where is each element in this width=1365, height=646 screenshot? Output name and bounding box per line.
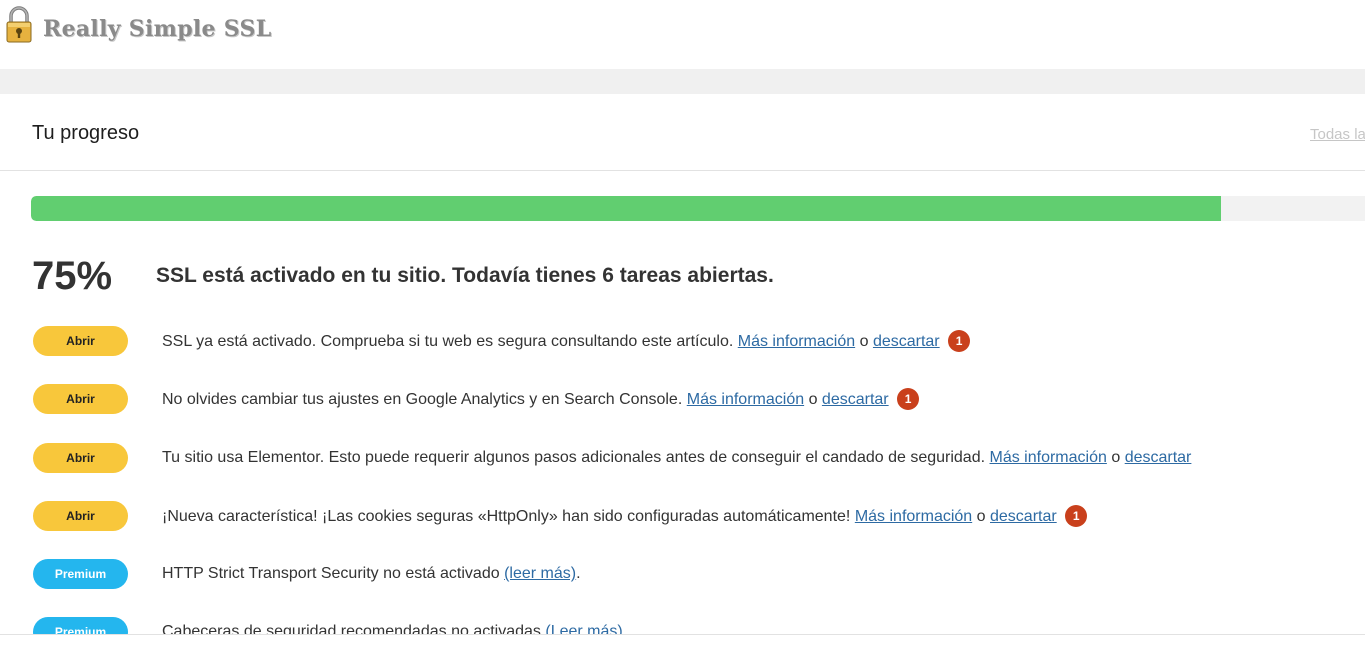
connector-text: o [1111,449,1121,466]
more-info-link[interactable]: Más información [855,508,972,525]
progress-percent: 75% [32,254,113,298]
progress-bar-fill [31,196,1221,221]
task-text: Cabeceras de seguridad recomendadas no a… [162,623,541,635]
open-task-button[interactable]: Abrir [33,501,128,531]
task-text: Tu sitio usa Elementor. Esto puede reque… [162,449,986,466]
task-description: Tu sitio usa Elementor. Esto puede reque… [162,448,1191,468]
more-info-link[interactable]: Más información [687,391,804,408]
premium-badge[interactable]: Premium [33,617,128,634]
task-description: HTTP Strict Transport Security no está a… [162,564,581,584]
progress-bar [31,196,1365,221]
count-badge: 1 [1065,505,1088,527]
task-text: ¡Nueva característica! ¡Las cookies segu… [162,508,851,526]
open-task-button[interactable]: Abrir [33,443,128,473]
connector-text: o [859,333,869,351]
panel-header: Tu progreso Todas la [0,94,1365,171]
padlock-icon [6,6,32,43]
task-row: Premium HTTP Strict Transport Security n… [0,555,1365,595]
read-more-link[interactable]: (Leer más) [545,623,622,634]
progress-summary: SSL está activado en tu sitio. Todavía t… [156,264,774,287]
task-row: Abrir ¡Nueva característica! ¡Las cookie… [0,497,1365,537]
task-row: Premium Cabeceras de seguridad recomenda… [0,613,1365,635]
task-row: Abrir SSL ya está activado. Comprueba si… [0,322,1365,362]
task-description: ¡Nueva característica! ¡Las cookies segu… [162,505,1088,528]
open-task-button[interactable]: Abrir [33,326,128,356]
task-row: Abrir No olvides cambiar tus ajustes en … [0,380,1365,420]
trailing-punctuation: . [622,623,628,635]
read-more-link[interactable]: (leer más) [504,565,576,582]
connector-text: o [808,391,818,409]
task-description: Cabeceras de seguridad recomendadas no a… [162,622,628,635]
task-text: SSL ya está activado. Comprueba si tu we… [162,333,734,351]
panel-title: Tu progreso [32,122,140,144]
more-info-link[interactable]: Más información [738,333,855,350]
task-text: No olvides cambiar tus ajustes en Google… [162,391,683,409]
open-task-button[interactable]: Abrir [33,384,128,414]
more-info-link[interactable]: Más información [990,449,1107,466]
top-bar: Really Simple SSL [0,0,1365,69]
trailing-punctuation: . [576,565,581,582]
premium-badge[interactable]: Premium [33,559,128,589]
task-description: No olvides cambiar tus ajustes en Google… [162,388,920,411]
task-row: Abrir Tu sitio usa Elementor. Esto puede… [0,439,1365,479]
task-description: SSL ya está activado. Comprueba si tu we… [162,330,971,353]
progress-panel: Tu progreso Todas la 75% SSL está activa… [0,94,1365,635]
dismiss-link[interactable]: descartar [873,333,940,350]
dismiss-link[interactable]: descartar [822,391,889,408]
all-tasks-link[interactable]: Todas la [1310,126,1365,143]
dismiss-link[interactable]: descartar [990,508,1057,525]
count-badge: 1 [897,388,920,410]
count-badge: 1 [948,330,971,352]
header-divider-band [0,69,1365,94]
app-title: Really Simple SSL [43,16,272,42]
task-text: HTTP Strict Transport Security no está a… [162,565,500,582]
connector-text: o [976,508,986,526]
dismiss-link[interactable]: descartar [1125,449,1192,466]
